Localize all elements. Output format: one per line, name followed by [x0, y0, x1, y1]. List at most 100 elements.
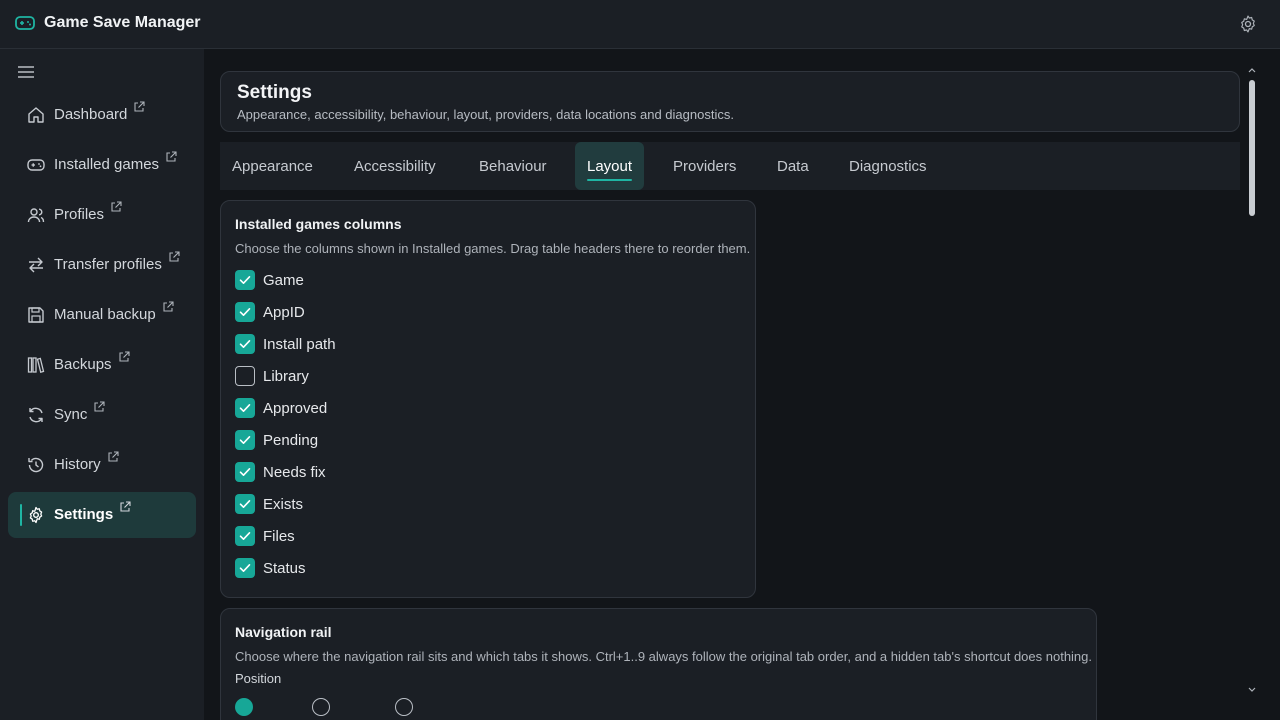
- checkbox-checked[interactable]: [235, 302, 255, 322]
- checkbox-checked[interactable]: [235, 398, 255, 418]
- card-title: Navigation rail: [235, 624, 332, 640]
- checkbox-unchecked[interactable]: [235, 366, 255, 386]
- sidebar-item-label: Profiles: [54, 206, 105, 223]
- tab-data[interactable]: Data: [765, 142, 821, 190]
- sidebar-item-backups[interactable]: Backups: [8, 342, 196, 388]
- tab-label: Accessibility: [354, 157, 436, 175]
- installed-games-columns-card: Installed games columns Choose the colum…: [220, 200, 756, 598]
- column-checkbox-row[interactable]: Status: [235, 557, 306, 579]
- external-link-icon[interactable]: [110, 201, 122, 213]
- column-checkbox-row[interactable]: Needs fix: [235, 461, 326, 483]
- card-description: Choose where the navigation rail sits an…: [235, 649, 1093, 664]
- sidebar-item-sync[interactable]: Sync: [8, 392, 196, 438]
- checkbox-checked[interactable]: [235, 430, 255, 450]
- sidebar-item-history[interactable]: History: [8, 442, 196, 488]
- sidebar-item-installed-games[interactable]: Installed games: [8, 142, 196, 188]
- card-title: Installed games columns: [235, 216, 402, 232]
- scroll-up-icon[interactable]: [1248, 66, 1256, 74]
- tab-layout[interactable]: Layout: [575, 142, 645, 190]
- settings-tabs: Appearance Accessibility Behaviour Layou…: [220, 142, 1240, 190]
- external-link-icon[interactable]: [133, 101, 145, 113]
- checkbox-label: Files: [263, 527, 295, 545]
- column-checkbox-row[interactable]: Exists: [235, 493, 303, 515]
- arrows-swap-icon: [29, 257, 43, 273]
- library-icon: [27, 357, 45, 374]
- external-link-icon[interactable]: [119, 501, 131, 513]
- home-icon: [28, 107, 44, 123]
- tab-label: Diagnostics: [849, 157, 927, 175]
- sidebar-item-label: History: [54, 456, 101, 473]
- page-subtitle: Appearance, accessibility, behaviour, la…: [237, 107, 734, 122]
- checkbox-checked[interactable]: [235, 334, 255, 354]
- checkbox-label: AppID: [263, 303, 305, 321]
- tab-diagnostics[interactable]: Diagnostics: [837, 142, 939, 190]
- navigation-rail-card: Navigation rail Choose where the navigat…: [220, 608, 1097, 720]
- position-radio-2[interactable]: [312, 698, 330, 716]
- sidebar-item-label: Sync: [54, 406, 88, 423]
- scroll-thumb[interactable]: [1249, 80, 1255, 216]
- checkbox-checked[interactable]: [235, 494, 255, 514]
- gamepad-icon: [27, 159, 45, 171]
- sidebar-item-settings[interactable]: Settings: [8, 492, 196, 538]
- check-icon: [239, 500, 251, 508]
- sidebar-item-manual-backup[interactable]: Manual backup: [8, 292, 196, 338]
- column-checkbox-row[interactable]: AppID: [235, 301, 305, 323]
- column-checkbox-row[interactable]: Approved: [235, 397, 327, 419]
- checkbox-label: Game: [263, 271, 304, 289]
- sidebar-item-label: Installed games: [54, 156, 160, 173]
- external-link-icon[interactable]: [118, 351, 130, 363]
- check-icon: [239, 532, 251, 540]
- external-link-icon[interactable]: [165, 151, 177, 163]
- scrollbar[interactable]: [1246, 66, 1258, 696]
- page-header: Settings Appearance, accessibility, beha…: [220, 71, 1240, 132]
- column-checkbox-row[interactable]: Install path: [235, 333, 336, 355]
- external-link-icon[interactable]: [93, 401, 105, 413]
- column-checkbox-row[interactable]: Library: [235, 365, 309, 387]
- sidebar-item-profiles[interactable]: Profiles: [8, 192, 196, 238]
- tab-appearance[interactable]: Appearance: [220, 142, 325, 190]
- check-icon: [239, 276, 251, 284]
- hamburger-menu-icon[interactable]: [17, 65, 35, 79]
- check-icon: [239, 468, 251, 476]
- checkbox-label: Install path: [263, 335, 336, 353]
- check-icon: [239, 564, 251, 572]
- sidebar-item-transfer-profiles[interactable]: Transfer profiles: [8, 242, 196, 288]
- external-link-icon[interactable]: [107, 451, 119, 463]
- column-checkbox-row[interactable]: Files: [235, 525, 295, 547]
- refresh-icon: [29, 407, 43, 423]
- users-icon: [27, 208, 45, 223]
- scroll-down-icon[interactable]: [1248, 686, 1256, 694]
- checkbox-label: Exists: [263, 495, 304, 513]
- check-icon: [239, 404, 251, 412]
- external-link-icon[interactable]: [168, 251, 180, 263]
- external-link-icon[interactable]: [162, 301, 174, 313]
- checkbox-label: Needs fix: [263, 463, 326, 481]
- checkbox-checked[interactable]: [235, 526, 255, 546]
- sidebar: Dashboard Installed games Profiles Trans…: [0, 49, 204, 720]
- main-content: Settings Appearance, accessibility, beha…: [204, 49, 1280, 720]
- sidebar-item-label: Dashboard: [54, 106, 128, 123]
- tab-label: Providers: [673, 157, 737, 175]
- position-radio-3[interactable]: [395, 698, 413, 716]
- checkbox-checked[interactable]: [235, 462, 255, 482]
- column-checkbox-row[interactable]: Game: [235, 269, 304, 291]
- checkbox-label: Library: [263, 367, 309, 385]
- checkbox-checked[interactable]: [235, 558, 255, 578]
- checkbox-checked[interactable]: [235, 270, 255, 290]
- sidebar-item-dashboard[interactable]: Dashboard: [8, 92, 196, 138]
- sidebar-item-label: Backups: [54, 356, 112, 373]
- gear-icon: [29, 506, 43, 524]
- tab-accessibility[interactable]: Accessibility: [342, 142, 448, 190]
- position-radio-1[interactable]: [235, 698, 253, 716]
- settings-gear-icon[interactable]: [1238, 14, 1258, 34]
- tab-label: Data: [777, 157, 809, 175]
- column-checkbox-row[interactable]: Pending: [235, 429, 318, 451]
- sidebar-item-label: Manual backup: [54, 306, 156, 323]
- app-title: Game Save Manager: [44, 14, 201, 31]
- tab-behaviour[interactable]: Behaviour: [467, 142, 559, 190]
- checkbox-label: Pending: [263, 431, 319, 449]
- title-bar: Game Save Manager: [0, 0, 1280, 49]
- tab-providers[interactable]: Providers: [661, 142, 748, 190]
- active-tab-underline: [587, 179, 633, 181]
- sidebar-item-label: Transfer profiles: [54, 256, 162, 273]
